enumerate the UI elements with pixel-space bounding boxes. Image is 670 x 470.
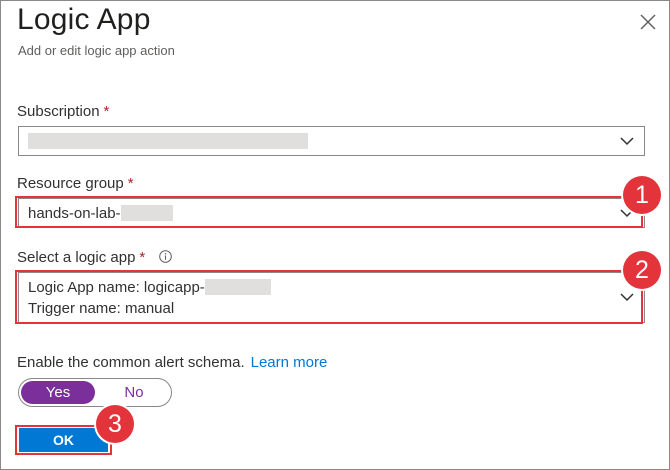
required-mark: * (103, 103, 110, 120)
logic-app-dialog: Logic App Add or edit logic app action S… (0, 0, 670, 470)
required-mark: * (127, 175, 134, 192)
toggle-yes-option[interactable]: Yes (21, 381, 95, 404)
subscription-label-text: Subscription (17, 103, 100, 120)
trigger-name-line: Trigger name: manual (28, 300, 175, 317)
resource-group-value: hands-on-lab- (28, 205, 173, 222)
subscription-label: Subscription * (17, 103, 109, 120)
logic-app-dropdown[interactable]: Logic App name: logicapp- Trigger name: … (18, 272, 645, 323)
dialog-subtitle: Add or edit logic app action (18, 43, 175, 58)
ok-button[interactable]: OK (19, 428, 108, 452)
schema-toggle[interactable]: Yes No (18, 378, 172, 407)
dialog-title: Logic App (17, 3, 151, 36)
step-2-badge: 2 (623, 251, 661, 289)
subscription-dropdown[interactable] (18, 126, 645, 156)
logic-app-label-text: Select a logic app (17, 249, 136, 266)
redacted-value (204, 279, 271, 295)
toggle-no-option[interactable]: No (99, 381, 169, 404)
schema-label: Enable the common alert schema. (17, 354, 245, 371)
chevron-down-icon (620, 293, 634, 302)
subscription-value (28, 133, 308, 150)
schema-row: Enable the common alert schema. Learn mor… (17, 354, 327, 371)
learn-more-link[interactable]: Learn more (251, 354, 328, 371)
chevron-down-icon (620, 137, 634, 146)
redacted-value (28, 133, 308, 149)
resource-group-label: Resource group * (17, 175, 134, 192)
step-3-badge: 3 (96, 405, 134, 443)
resource-group-dropdown[interactable]: hands-on-lab- (18, 198, 645, 228)
close-icon[interactable] (639, 13, 657, 31)
step-1-badge: 1 (623, 176, 661, 214)
info-icon[interactable] (159, 250, 173, 263)
logic-app-label: Select a logic app * (17, 249, 173, 266)
logic-app-name-line: Logic App name: logicapp- (28, 279, 271, 296)
required-mark: * (139, 249, 146, 266)
resource-group-label-text: Resource group (17, 175, 124, 192)
redacted-value (120, 205, 173, 221)
